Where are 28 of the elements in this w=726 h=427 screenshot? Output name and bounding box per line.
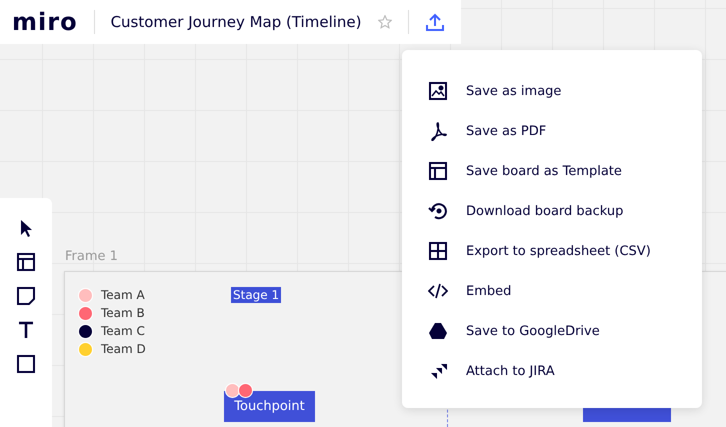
upload-icon[interactable] (424, 12, 444, 32)
legend-label: Team B (101, 306, 145, 320)
menu-item[interactable]: Save as image (428, 71, 702, 111)
star-icon[interactable] (378, 15, 392, 29)
template-icon[interactable] (16, 252, 36, 272)
menu-item[interactable]: Export to spreadsheet (CSV) (428, 231, 702, 271)
board-title: Customer Journey Map (Timeline) (110, 13, 362, 31)
grid-icon (428, 241, 448, 261)
sticky-note-icon[interactable] (16, 286, 36, 306)
square-icon[interactable] (16, 354, 36, 374)
frame-title: Frame 1 (65, 249, 118, 264)
template-icon (428, 161, 448, 181)
legend-label: Team A (101, 288, 145, 302)
legend-label: Team D (101, 342, 146, 356)
text-icon[interactable] (16, 320, 36, 340)
menu-item[interactable]: Attach to JIRA (428, 351, 702, 391)
code-icon (428, 281, 448, 301)
image-icon (428, 81, 448, 101)
menu-item[interactable]: Save to GoogleDrive (428, 311, 702, 351)
backup-icon (428, 201, 448, 221)
menu-item[interactable]: Save as PDF (428, 111, 702, 151)
menu-item[interactable]: Download board backup (428, 191, 702, 231)
legend-label: Team C (101, 324, 145, 338)
logo: miro (12, 8, 78, 36)
touchpoint-card: Touchpoint (224, 391, 315, 422)
menu-item[interactable]: Save board as Template (428, 151, 702, 191)
menu-item[interactable]: Embed (428, 271, 702, 311)
stage-label: Stage 1 (231, 287, 282, 303)
